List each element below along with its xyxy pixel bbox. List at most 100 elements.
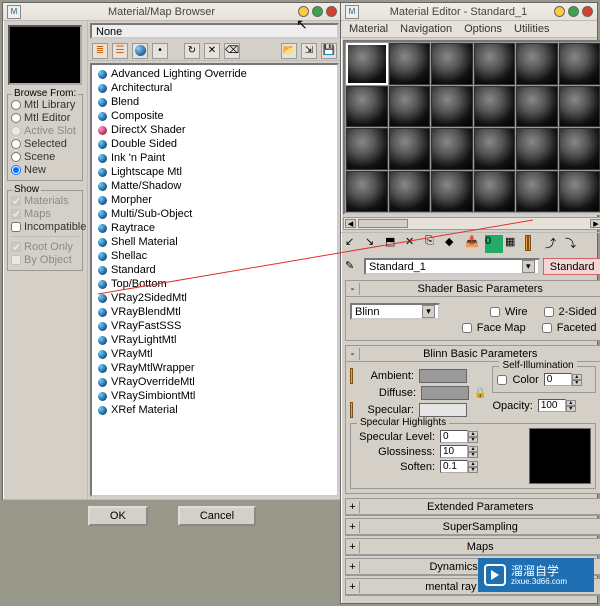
open-icon[interactable]: 📂 bbox=[281, 43, 297, 59]
pick-material-icon[interactable]: ✎ bbox=[345, 259, 361, 275]
sample-slots[interactable] bbox=[343, 40, 600, 215]
cancel-button[interactable]: Cancel bbox=[178, 506, 256, 526]
sample-slot[interactable] bbox=[389, 86, 431, 128]
sample-slot[interactable] bbox=[431, 171, 473, 213]
browse-from-option[interactable]: Selected bbox=[11, 138, 79, 150]
expand-icon[interactable]: + bbox=[346, 581, 360, 593]
sample-slot[interactable] bbox=[431, 43, 473, 85]
opacity-map-button[interactable] bbox=[581, 400, 592, 411]
sample-slot[interactable] bbox=[474, 128, 516, 170]
material-list-item[interactable]: Morpher bbox=[92, 193, 337, 207]
expand-icon[interactable]: + bbox=[346, 521, 360, 533]
clear-icon[interactable]: ⌫ bbox=[224, 43, 240, 59]
sample-slot[interactable] bbox=[346, 43, 388, 85]
material-list-item[interactable]: XRef Material bbox=[92, 403, 337, 417]
opacity-spinner[interactable]: ▴▾ bbox=[538, 399, 576, 412]
material-list-item[interactable]: Double Sided bbox=[92, 137, 337, 151]
soften-spinner[interactable]: ▴▾ bbox=[440, 460, 478, 473]
sample-slot[interactable] bbox=[431, 128, 473, 170]
collapse-icon[interactable]: - bbox=[346, 283, 360, 295]
minimize-icon[interactable] bbox=[298, 6, 309, 17]
glossiness-map-button[interactable] bbox=[483, 446, 494, 457]
material-list-item[interactable]: Shellac bbox=[92, 249, 337, 263]
menu-item[interactable]: Options bbox=[464, 23, 502, 35]
specular-map-button[interactable] bbox=[472, 404, 484, 416]
material-list-item[interactable]: VRayLightMtl bbox=[92, 333, 337, 347]
lock-icon[interactable]: 🔒 bbox=[474, 388, 486, 399]
put-to-library-icon[interactable]: 📥 bbox=[465, 235, 483, 253]
view-sphere-icon[interactable] bbox=[132, 43, 148, 59]
faceted-checkbox[interactable] bbox=[542, 323, 552, 333]
self-illum-spinner[interactable]: ▴▾ bbox=[544, 373, 582, 386]
material-list-item[interactable]: Blend bbox=[92, 95, 337, 109]
sample-slot[interactable] bbox=[346, 128, 388, 170]
material-list-item[interactable]: Architectural bbox=[92, 81, 337, 95]
merge-icon[interactable]: ⇲ bbox=[301, 43, 317, 59]
show-end-result-icon[interactable] bbox=[525, 235, 543, 253]
self-illum-map-button[interactable] bbox=[587, 374, 592, 385]
show-in-viewport-icon[interactable]: ▦ bbox=[505, 235, 523, 253]
sample-slot[interactable] bbox=[559, 171, 600, 213]
material-list-item[interactable]: Composite bbox=[92, 109, 337, 123]
browse-from-option[interactable]: Mtl Library bbox=[11, 99, 79, 111]
spec-level-map-button[interactable] bbox=[483, 431, 494, 442]
sample-slot[interactable] bbox=[474, 86, 516, 128]
material-list-item[interactable]: Advanced Lighting Override bbox=[92, 67, 337, 81]
sample-slot[interactable] bbox=[516, 171, 558, 213]
material-id-icon[interactable]: 0 bbox=[485, 235, 503, 253]
material-list-item[interactable]: VRayFastSSS bbox=[92, 319, 337, 333]
save-icon[interactable]: 💾 bbox=[321, 43, 337, 59]
delete-icon[interactable]: ✕ bbox=[204, 43, 220, 59]
material-name-dropdown[interactable]: Standard_1 ▾ bbox=[364, 258, 540, 275]
browse-from-option[interactable]: Mtl Editor bbox=[11, 112, 79, 124]
material-list-item[interactable]: DirectX Shader bbox=[92, 123, 337, 137]
material-list-item[interactable]: VRaySimbiontMtl bbox=[92, 389, 337, 403]
show-option[interactable]: Incompatible bbox=[11, 221, 79, 233]
expand-icon[interactable]: + bbox=[346, 541, 360, 553]
material-list[interactable]: Advanced Lighting OverrideArchitecturalB… bbox=[90, 63, 339, 497]
expand-icon[interactable]: + bbox=[346, 501, 360, 513]
material-list-item[interactable]: VRayMtl bbox=[92, 347, 337, 361]
update-icon[interactable]: ↻ bbox=[184, 43, 200, 59]
specular-swatch[interactable] bbox=[419, 403, 467, 417]
sample-slot[interactable] bbox=[559, 128, 600, 170]
browse-from-option[interactable]: New bbox=[11, 164, 79, 176]
ok-button[interactable]: OK bbox=[88, 506, 148, 526]
browse-from-option[interactable]: Scene bbox=[11, 151, 79, 163]
material-list-item[interactable]: Ink 'n Paint bbox=[92, 151, 337, 165]
editor-menubar[interactable]: MaterialNavigationOptionsUtilities bbox=[341, 21, 597, 38]
rollout-header[interactable]: - Shader Basic Parameters bbox=[346, 281, 600, 297]
go-forward-icon[interactable]: ⤵ bbox=[565, 235, 583, 253]
sample-slot[interactable] bbox=[346, 171, 388, 213]
view-list-compact-icon[interactable]: ☰ bbox=[112, 43, 128, 59]
view-list-icon[interactable]: ≣ bbox=[92, 43, 108, 59]
make-unique-icon[interactable]: ◆ bbox=[445, 235, 463, 253]
put-to-scene-icon[interactable]: ↘ bbox=[365, 235, 383, 253]
expand-icon[interactable]: + bbox=[346, 561, 360, 573]
view-dot-icon[interactable]: • bbox=[152, 43, 168, 59]
material-list-item[interactable]: Standard bbox=[92, 263, 337, 277]
rollout-header[interactable]: +Maps bbox=[346, 539, 600, 555]
scrollbar-thumb[interactable] bbox=[358, 219, 408, 228]
sample-slot[interactable] bbox=[346, 86, 388, 128]
slots-scrollbar-h[interactable]: ◂▸ bbox=[343, 217, 600, 230]
maximize-icon[interactable] bbox=[568, 6, 579, 17]
material-type-button[interactable]: Standard bbox=[543, 258, 600, 275]
sample-slot[interactable] bbox=[389, 171, 431, 213]
lock-bar-icon[interactable] bbox=[350, 368, 353, 384]
material-list-item[interactable]: Matte/Shadow bbox=[92, 179, 337, 193]
close-icon[interactable] bbox=[326, 6, 337, 17]
sample-slot[interactable] bbox=[516, 43, 558, 85]
sample-slot[interactable] bbox=[516, 128, 558, 170]
sample-slot[interactable] bbox=[474, 43, 516, 85]
rollout-header[interactable]: +SuperSampling bbox=[346, 519, 600, 535]
self-illum-color-checkbox[interactable] bbox=[497, 375, 507, 385]
ambient-swatch[interactable] bbox=[419, 369, 467, 383]
assign-icon[interactable]: ⬒ bbox=[385, 235, 403, 253]
material-list-item[interactable]: Multi/Sub-Object bbox=[92, 207, 337, 221]
material-list-item[interactable]: VRayMtlWrapper bbox=[92, 361, 337, 375]
sample-slot[interactable] bbox=[559, 43, 600, 85]
sample-slot[interactable] bbox=[431, 86, 473, 128]
editor-titlebar[interactable]: M Material Editor - Standard_1 bbox=[341, 3, 597, 21]
material-list-item[interactable]: Shell Material bbox=[92, 235, 337, 249]
